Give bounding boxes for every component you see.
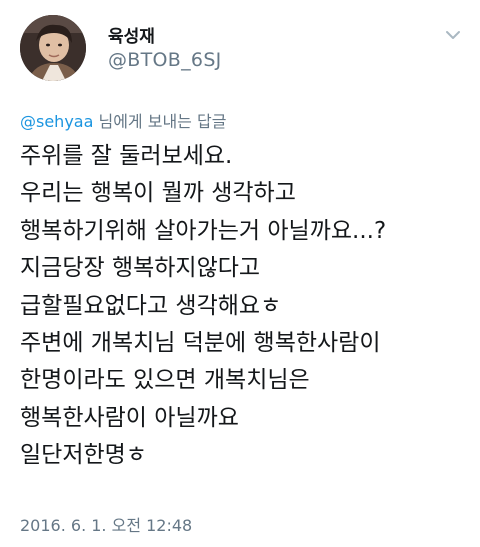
reply-context-suffix: 님에게 보내는 답글 — [93, 112, 227, 131]
user-handle[interactable]: @BTOB_6SJ — [108, 49, 222, 71]
tweet-line: 주변에 개복치님 덕분에 행복한사람이 — [20, 330, 381, 357]
tweet-timestamp[interactable]: 2016. 6. 1. 오전 12:48 — [20, 512, 192, 536]
tweet-line: 행복한사람이 아닐까요 — [20, 404, 239, 431]
tweet-line: 주위를 잘 둘러보세요. — [20, 143, 233, 169]
reply-context: @sehyaa 님에게 보내는 답글 — [20, 108, 226, 132]
reply-mention-link[interactable]: @sehyaa — [20, 112, 93, 131]
tweet-line: 지금당장 행복하지않다고 — [20, 255, 261, 282]
chevron-down-icon[interactable] — [444, 26, 462, 44]
tweet-line: 급할필요없다고 생각해요ㅎ — [20, 292, 282, 319]
tweet-line: 우리는 행복이 뭘까 생각하고 — [20, 180, 296, 207]
tweet-text: 주위를 잘 둘러보세요. 우리는 행복이 뭘까 생각하고 행복하기위해 살아가는… — [20, 138, 460, 475]
tweet-line: 일단저한명ㅎ — [20, 442, 147, 469]
display-name[interactable]: 육성재 — [108, 22, 155, 47]
avatar[interactable] — [20, 15, 86, 81]
tweet-card: 육성재 @BTOB_6SJ @sehyaa 님에게 보내는 답글 주위를 잘 둘… — [0, 0, 480, 547]
tweet-line: 행복하기위해 살아가는거 아닐까요...? — [20, 217, 387, 244]
tweet-line: 한명이라도 있으면 개복치님은 — [20, 367, 310, 394]
